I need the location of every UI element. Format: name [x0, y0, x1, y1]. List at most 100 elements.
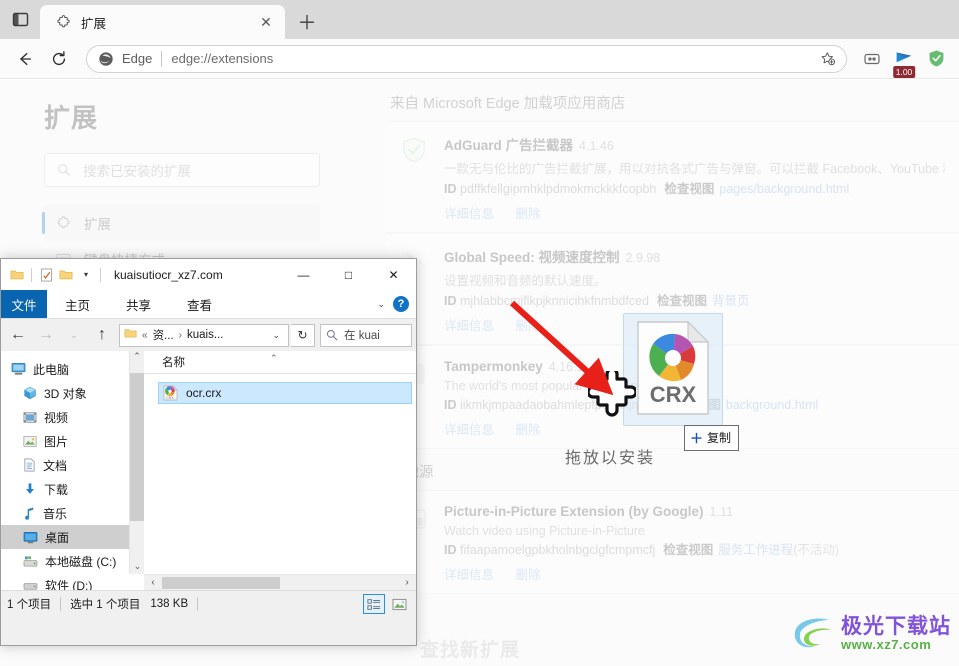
explorer-up-button[interactable]: ↑: [89, 322, 115, 348]
tree-item-documents[interactable]: 文档: [1, 453, 129, 477]
scroll-right-arrow[interactable]: ›: [400, 577, 414, 588]
details-view-button[interactable]: [363, 594, 385, 614]
breadcrumb-overflow[interactable]: «: [142, 330, 148, 341]
explorer-ribbon: 文件 主页 共享 查看 ⌄ ?: [1, 290, 416, 319]
extension-links: 详细信息 删除: [444, 564, 945, 583]
split-pane-icon[interactable]: [0, 0, 40, 39]
file-list-horizontal-scrollbar[interactable]: ‹ ›: [144, 574, 416, 590]
back-button[interactable]: [8, 42, 42, 76]
extension-id-row: ID pdffkfellgipmhklpdmokmckkkfcopbh 检查视图 p…: [444, 178, 945, 197]
scrollbar-thumb[interactable]: [162, 576, 280, 589]
tree-item-local-disk-c[interactable]: 本地磁盘 (C:): [1, 549, 129, 573]
remove-link[interactable]: 删除: [516, 568, 541, 582]
chevron-down-icon[interactable]: ⌄: [268, 330, 284, 341]
explorer-refresh-button[interactable]: ↻: [291, 323, 315, 347]
ribbon-tab-view[interactable]: 查看: [169, 290, 230, 318]
explorer-search-input[interactable]: 在 kuai: [320, 323, 412, 347]
search-icon: [58, 164, 70, 176]
details-link[interactable]: 详细信息: [444, 207, 494, 221]
new-tab-button[interactable]: ＋: [291, 5, 323, 37]
close-button[interactable]: ✕: [371, 259, 416, 290]
maximize-button[interactable]: □: [326, 259, 371, 290]
browser-tab-extensions[interactable]: 扩展 ✕: [40, 5, 285, 39]
breadcrumb-separator: ›: [178, 329, 182, 341]
inspect-target-link[interactable]: 背景页: [712, 294, 750, 308]
tree-item-videos[interactable]: 视频: [1, 405, 129, 429]
explorer-status-bar: 1 个项目 选中 1 个项目 138 KB: [1, 590, 416, 617]
minimize-button[interactable]: —: [281, 259, 326, 290]
remove-link[interactable]: 删除: [516, 207, 541, 221]
folder-icon: [124, 326, 137, 344]
crx-file-icon: CRX: [163, 385, 178, 401]
explorer-back-button[interactable]: ←: [5, 322, 31, 348]
extension-version: 4.16.1: [548, 360, 584, 374]
aurora-logo-icon: [794, 618, 831, 648]
tree-item-pictures[interactable]: 图片: [1, 429, 129, 453]
explorer-navigation-bar: ← → ⌄ ↑ « 资... › kuais... ⌄ ↻ 在 kuai: [1, 319, 416, 351]
details-link[interactable]: 详细信息: [444, 568, 494, 582]
divider: [31, 267, 32, 282]
3d-objects-icon: [24, 386, 36, 400]
scroll-down-arrow[interactable]: ⌄: [130, 561, 145, 572]
new-folder-icon[interactable]: [56, 265, 76, 285]
extension-id: pdffkfellgipmhklpdmokmckkkfcopbh: [459, 182, 657, 196]
status-selection-size: 138 KB: [150, 598, 189, 610]
puzzle-piece-cursor-icon: [586, 367, 638, 423]
remove-link[interactable]: 删除: [516, 423, 541, 437]
id-label: ID: [444, 543, 457, 557]
breadcrumb-segment-parent[interactable]: 资...: [153, 327, 174, 343]
inspect-target-link[interactable]: background.html: [726, 398, 818, 412]
inspect-target-link[interactable]: 服务工作进程: [718, 543, 793, 557]
browser-toolbar: Edge edge://extensions 1.00: [0, 39, 959, 79]
scrollbar-thumb[interactable]: [130, 373, 145, 521]
navigation-pane-scrollbar[interactable]: ⌃ ⌄: [129, 351, 145, 574]
explorer-body: 此电脑 3D 对象 视频 图片 文档 下载 音乐 桌面 本地磁盘 (C:) 软件…: [1, 351, 416, 590]
watermark-cn-label: 极光下载站: [841, 615, 951, 639]
help-icon[interactable]: ?: [393, 296, 409, 312]
omnibox-brand-label: Edge: [122, 51, 153, 66]
adguard-shield-icon[interactable]: [921, 44, 951, 74]
details-link[interactable]: 详细信息: [444, 423, 494, 437]
tree-item-3d-objects[interactable]: 3D 对象: [1, 381, 129, 405]
crx-drag-ghost: CRX: [623, 313, 723, 426]
scroll-up-arrow[interactable]: ⌃: [130, 351, 144, 362]
breadcrumb-segment-current[interactable]: kuais...: [187, 329, 223, 341]
copy-tooltip: ＋ 复制: [684, 425, 740, 451]
reload-button[interactable]: [42, 42, 76, 76]
id-label: ID: [444, 294, 457, 308]
tree-item-this-pc[interactable]: 此电脑: [1, 357, 129, 381]
tree-item-downloads[interactable]: 下载: [1, 477, 129, 501]
ribbon-tab-home[interactable]: 主页: [47, 290, 108, 318]
details-link[interactable]: 详细信息: [444, 319, 494, 333]
find-new-extensions-label[interactable]: 查找新扩展: [420, 635, 520, 662]
remove-link[interactable]: 删除: [516, 319, 541, 333]
large-icons-view-button[interactable]: [388, 594, 410, 614]
omnibox-url-text[interactable]: edge://extensions: [171, 51, 816, 66]
chevron-down-icon[interactable]: ⌄: [377, 299, 385, 310]
scrollbar-track[interactable]: [160, 576, 400, 589]
local-disk-icon: [23, 555, 38, 567]
recent-locations-button[interactable]: ⌄: [61, 322, 87, 348]
address-bar[interactable]: Edge edge://extensions: [86, 44, 847, 73]
scroll-left-arrow[interactable]: ‹: [146, 577, 160, 588]
sidebar-item-extensions[interactable]: 扩展: [42, 205, 320, 241]
tree-item-music[interactable]: 音乐: [1, 501, 129, 525]
collections-icon[interactable]: [857, 44, 887, 74]
ribbon-tab-file[interactable]: 文件: [1, 290, 47, 318]
properties-icon[interactable]: [36, 265, 56, 285]
explorer-navigation-pane: 此电脑 3D 对象 视频 图片 文档 下载 音乐 桌面 本地磁盘 (C:) 软件…: [1, 351, 129, 590]
folder-icon[interactable]: [7, 265, 27, 285]
file-list-item-ocr-crx[interactable]: CRX ocr.crx: [158, 382, 412, 404]
tree-item-disk-d[interactable]: 软件 (D:): [1, 573, 129, 590]
search-input[interactable]: 搜索已安装的扩展: [44, 153, 320, 187]
star-plus-icon[interactable]: [816, 47, 840, 71]
close-icon[interactable]: ✕: [255, 11, 277, 33]
ribbon-tab-share[interactable]: 共享: [108, 290, 169, 318]
tree-item-desktop[interactable]: 桌面: [1, 525, 129, 549]
global-speed-icon[interactable]: 1.00: [889, 44, 919, 78]
inspect-target-link[interactable]: pages/background.html: [719, 182, 849, 196]
column-header-name[interactable]: 名称 ⌃: [144, 351, 416, 374]
address-breadcrumb[interactable]: « 资... › kuais... ⌄: [119, 323, 289, 347]
divider: [100, 267, 101, 282]
customize-chevron-icon[interactable]: ▾: [76, 265, 96, 285]
